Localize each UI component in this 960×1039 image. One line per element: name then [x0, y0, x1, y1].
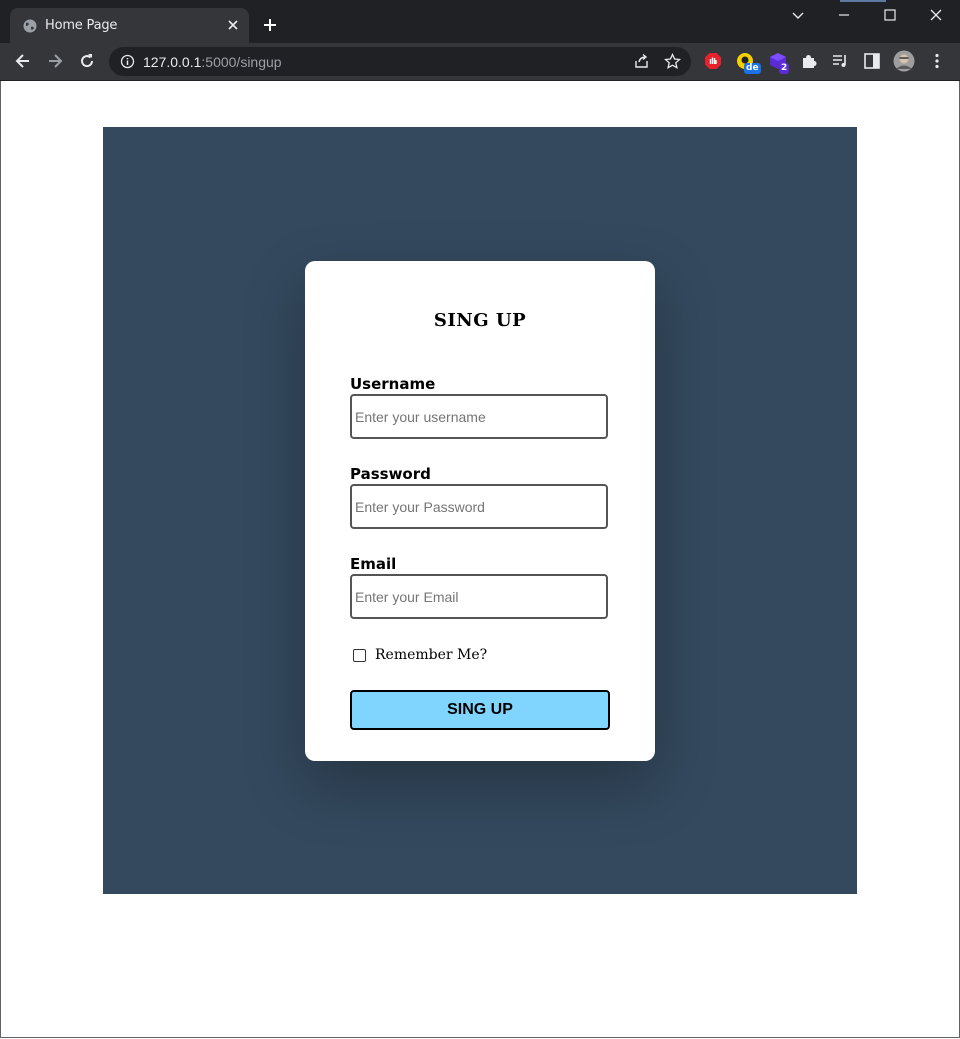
profile-indicator [840, 0, 886, 2]
close-window-icon[interactable] [926, 5, 946, 25]
site-info-icon[interactable] [120, 54, 135, 69]
signup-submit-button[interactable]: SING UP [350, 690, 610, 730]
password-input[interactable] [350, 484, 608, 529]
profile-avatar-icon[interactable] [893, 50, 915, 72]
tab-strip: Home Page [0, 0, 960, 43]
address-bar[interactable]: 127.0.0.1:5000/singup [109, 47, 691, 76]
tab-title: Home Page [45, 18, 118, 33]
url-host: 127.0.0.1 [143, 54, 202, 70]
browser-toolbar: 127.0.0.1:5000/singup de 2 [0, 43, 960, 81]
url-path: :5000/singup [201, 54, 282, 70]
globe-icon [23, 19, 37, 33]
password-label: Password [350, 465, 431, 483]
adblock-extension-icon[interactable] [704, 52, 722, 70]
maximize-icon[interactable] [880, 5, 900, 25]
form-title: SING UP [433, 310, 527, 331]
email-label: Email [350, 555, 397, 573]
reload-icon[interactable] [78, 52, 96, 70]
purple-extension-badge: 2 [779, 63, 790, 74]
forward-arrow-icon[interactable] [46, 52, 64, 70]
tab-home-page[interactable]: Home Page [10, 8, 249, 43]
username-input[interactable] [350, 394, 608, 439]
remember-me-row: Remember Me? [353, 647, 553, 665]
remember-me-label[interactable]: Remember Me? [375, 647, 487, 663]
dictionary-extension-badge: de [744, 63, 761, 74]
browser-window: Home Page 127.0.0.1:5000/singup de 2 SIN… [0, 0, 960, 1039]
tab-search-chevron-down-icon[interactable] [788, 5, 808, 25]
share-icon[interactable] [633, 53, 650, 70]
username-label: Username [350, 375, 436, 393]
signup-card: SING UP Username Password Email Remember… [305, 261, 655, 761]
page-viewport: SING UP Username Password Email Remember… [0, 81, 960, 1038]
bookmark-star-icon[interactable] [664, 53, 681, 70]
back-arrow-icon[interactable] [14, 52, 32, 70]
remember-me-checkbox[interactable] [353, 649, 366, 662]
email-input[interactable] [350, 574, 608, 619]
close-tab-icon[interactable] [226, 18, 240, 32]
background-panel: SING UP Username Password Email Remember… [103, 127, 857, 894]
minimize-icon[interactable] [834, 5, 854, 25]
side-panel-icon[interactable] [863, 52, 881, 70]
dictionary-extension[interactable]: de [736, 52, 761, 74]
extensions-puzzle-icon[interactable] [800, 52, 818, 70]
more-menu-icon[interactable] [928, 52, 946, 70]
new-tab-plus-icon[interactable] [262, 17, 278, 33]
purple-extension[interactable]: 2 [769, 52, 793, 74]
reading-list-icon[interactable] [831, 52, 849, 70]
url-text: 127.0.0.1:5000/singup [143, 54, 282, 70]
